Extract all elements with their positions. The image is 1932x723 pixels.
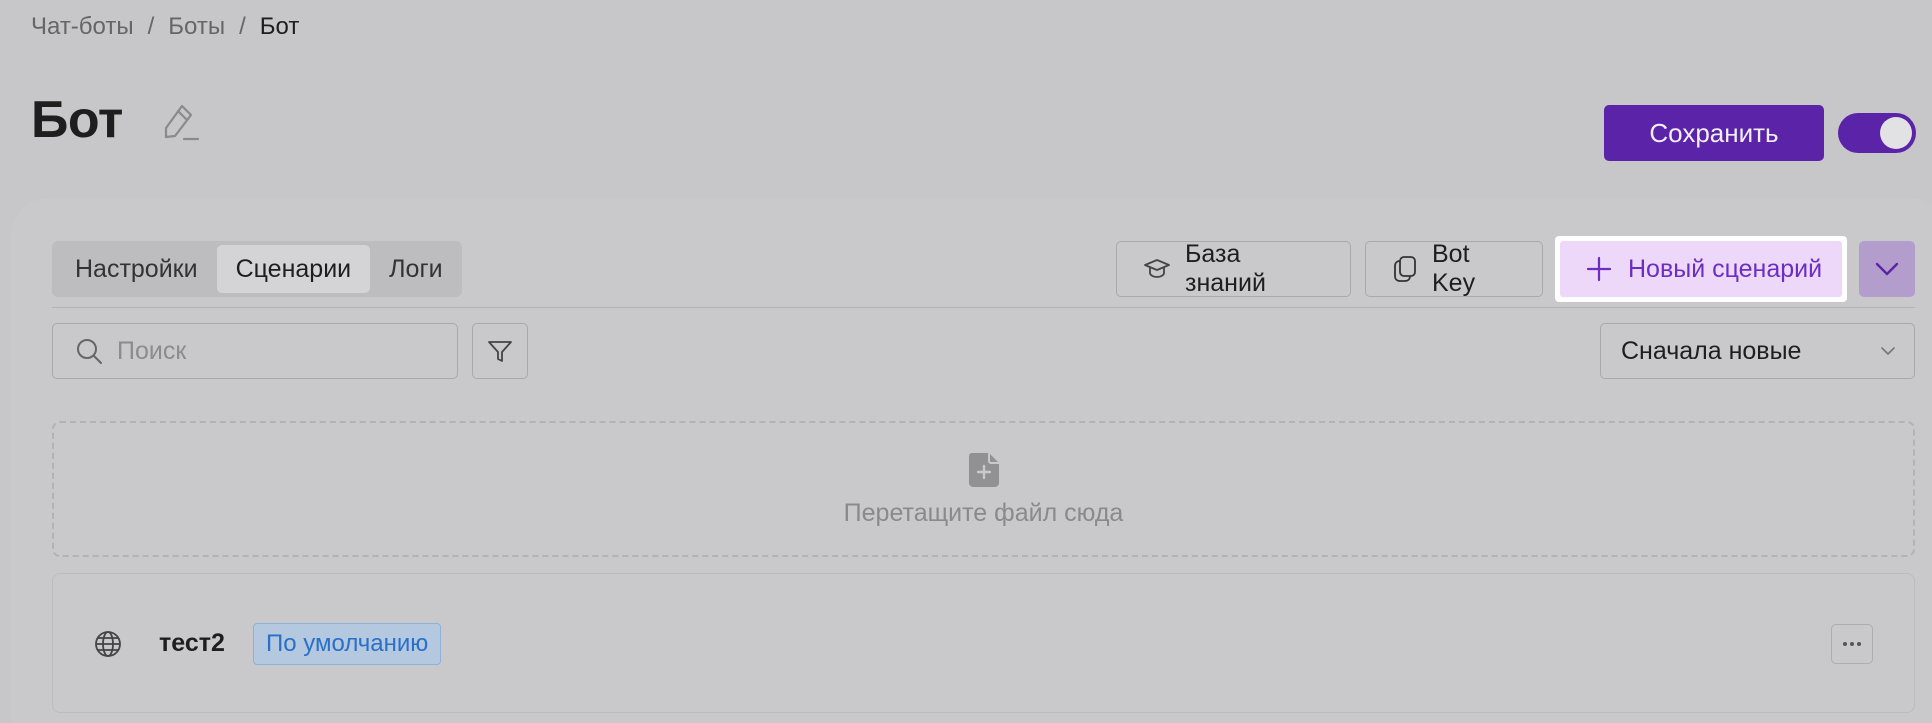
edit-title-button[interactable]	[156, 100, 202, 146]
new-scenario-button[interactable]: Новый сценарий	[1555, 236, 1847, 302]
bot-enabled-toggle[interactable]	[1838, 113, 1916, 153]
breadcrumb: Чат-боты / Боты / Бот	[31, 13, 299, 41]
bot-key-button[interactable]: Bot Key	[1365, 240, 1543, 297]
scenario-name: тест2	[159, 629, 225, 657]
default-badge: По умолчанию	[253, 623, 442, 665]
new-scenario-label: Новый сценарий	[1628, 254, 1823, 283]
search-field[interactable]	[52, 323, 458, 379]
new-scenario-dropdown-button[interactable]	[1859, 241, 1915, 297]
toggle-knob	[1880, 117, 1912, 149]
search-icon	[75, 337, 103, 365]
sort-select[interactable]: Сначала новые	[1600, 323, 1915, 379]
tab-settings[interactable]: Настройки	[56, 245, 217, 293]
dropzone-label: Перетащите файл сюда	[843, 498, 1124, 527]
pencil-icon	[158, 102, 200, 144]
more-actions-button[interactable]	[1831, 624, 1873, 664]
filter-icon	[487, 338, 513, 364]
file-add-icon	[967, 451, 1001, 489]
knowledge-base-button[interactable]: База знаний	[1116, 240, 1351, 297]
save-button[interactable]: Сохранить	[1604, 105, 1824, 161]
knowledge-base-label: База знаний	[1185, 240, 1266, 297]
search-input[interactable]	[117, 336, 437, 366]
file-dropzone[interactable]: Перетащите файл сюда	[52, 421, 1915, 557]
toolbar-divider	[52, 307, 1915, 308]
chevron-down-icon	[1875, 261, 1899, 277]
plus-icon	[1586, 256, 1612, 282]
breadcrumb-item-current: Бот	[259, 13, 300, 40]
filter-button[interactable]	[472, 323, 528, 379]
tab-scenarios[interactable]: Сценарии	[216, 245, 371, 293]
bot-key-label: Bot Key	[1432, 240, 1476, 297]
sort-selected-value: Сначала новые	[1621, 336, 1802, 365]
page-title: Бот	[31, 91, 123, 149]
chevron-down-icon	[1880, 346, 1896, 356]
scenario-row[interactable]: тест2 По умолчанию	[52, 573, 1915, 713]
copy-icon	[1392, 255, 1418, 283]
breadcrumb-separator: /	[147, 13, 155, 40]
graduation-cap-icon	[1143, 257, 1171, 281]
tab-logs[interactable]: Логи	[370, 245, 461, 293]
tab-bar: Настройки Сценарии Логи	[52, 241, 462, 297]
globe-icon	[93, 629, 123, 659]
ellipsis-icon	[1842, 641, 1862, 647]
breadcrumb-item-bots[interactable]: Боты	[168, 13, 225, 41]
breadcrumb-item-chatbots[interactable]: Чат-боты	[31, 13, 134, 41]
breadcrumb-separator: /	[239, 13, 246, 40]
